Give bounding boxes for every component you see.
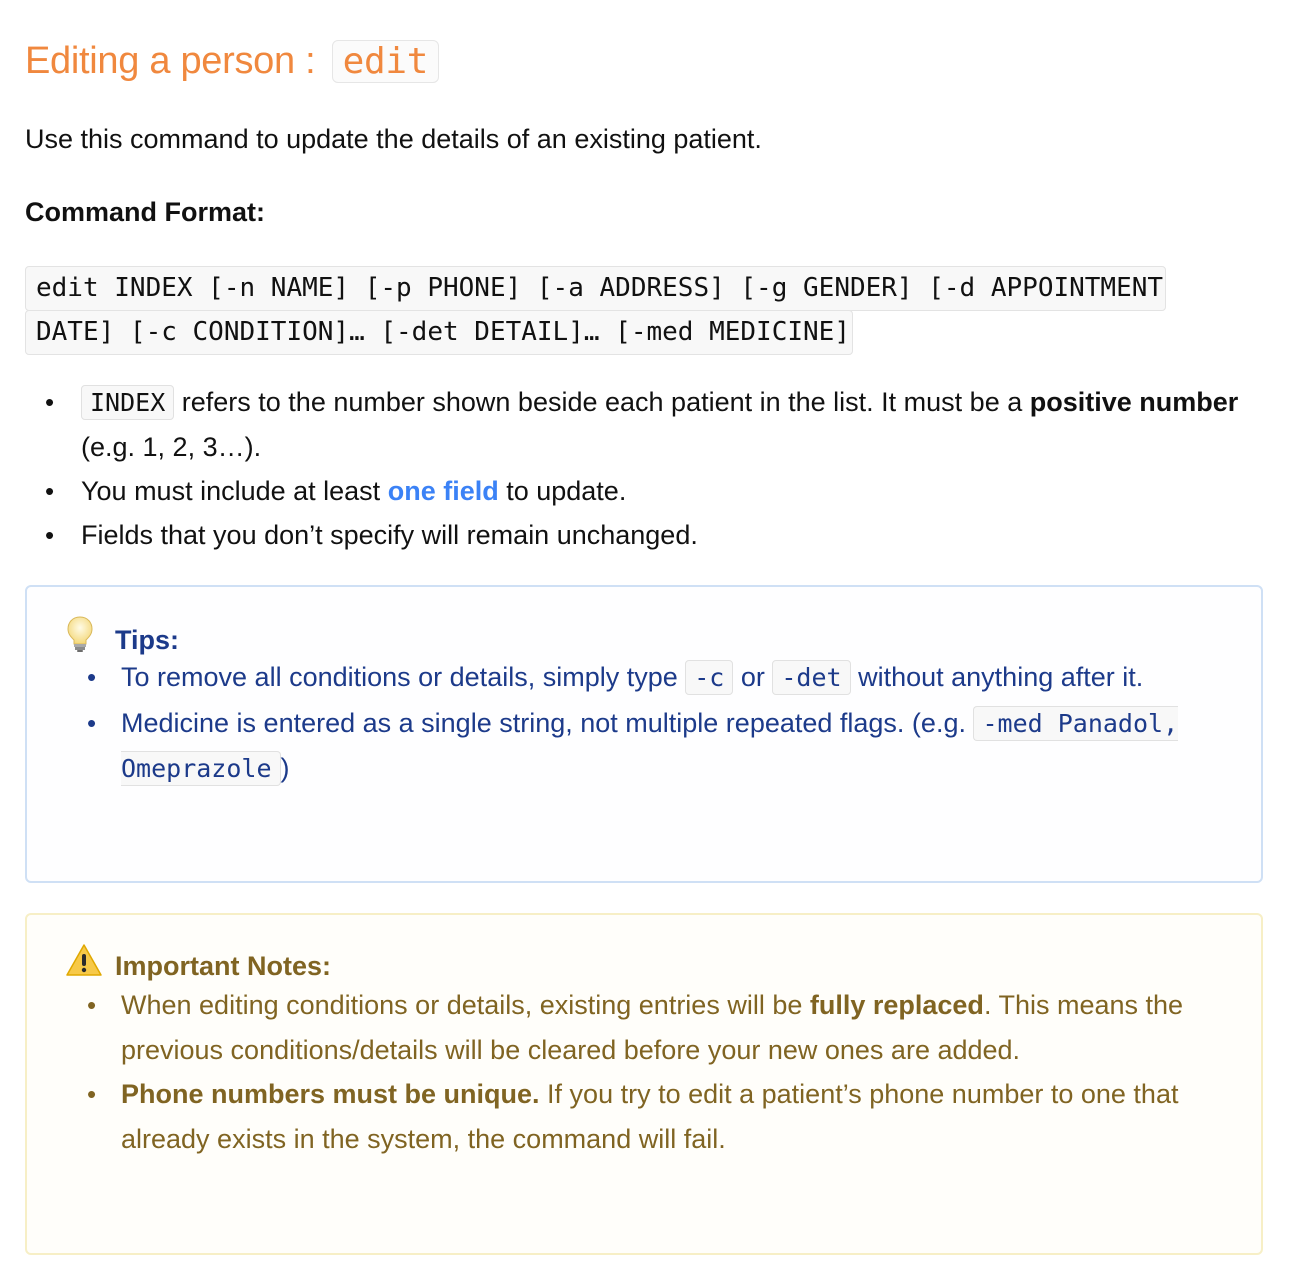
notes-title: Important Notes:: [115, 950, 331, 981]
list-item-text: (e.g. 1, 2, 3…).: [81, 432, 262, 462]
tips-list: To remove all conditions or details, sim…: [67, 655, 1225, 792]
command-format-code: edit INDEX [-n NAME] [-p PHONE] [-a ADDR…: [25, 266, 1167, 355]
list-item-text: to update.: [498, 476, 627, 506]
tips-item-text: ): [280, 753, 290, 783]
one-field-link[interactable]: one field: [388, 476, 499, 506]
notes-header: Important Notes:: [65, 943, 331, 988]
tips-item-text: without anything after it.: [850, 662, 1144, 692]
list-item-text: You must include at least: [81, 476, 388, 506]
list-item-text: refers to the number shown beside each p…: [174, 387, 1030, 417]
tips-item-text: or: [733, 662, 773, 692]
info-list: INDEX refers to the number shown beside …: [25, 380, 1265, 557]
notes-item: Phone numbers must be unique. If you try…: [67, 1072, 1225, 1161]
tips-title: Tips:: [115, 624, 180, 655]
list-item-bold: positive number: [1029, 387, 1239, 417]
list-item: You must include at least one field to u…: [25, 469, 1265, 513]
tips-box: Tips: To remove all conditions or detail…: [25, 585, 1263, 883]
tips-item-text: Medicine is entered as a single string, …: [121, 707, 974, 738]
list-item: INDEX refers to the number shown beside …: [25, 380, 1265, 469]
notes-list: When editing conditions or details, exis…: [67, 983, 1225, 1161]
tips-item: To remove all conditions or details, sim…: [67, 655, 1225, 701]
notes-item-bold: fully replaced: [809, 990, 984, 1020]
heading-code: edit: [331, 40, 440, 83]
list-item-text: Fields that you don’t specify will remai…: [81, 520, 698, 550]
notes-item-text: When editing conditions or details, exis…: [121, 990, 810, 1020]
command-format-label: Command Format:: [25, 197, 266, 227]
index-code: INDEX: [81, 385, 175, 420]
warning-icon: [65, 943, 105, 988]
heading-text: Editing a person :: [25, 40, 316, 82]
tips-item-text: To remove all conditions or details, sim…: [121, 662, 686, 692]
notes-item-bold: Phone numbers must be unique.: [121, 1079, 540, 1109]
section-heading: Editing a person : edit: [25, 34, 440, 89]
flag-c-code: -c: [685, 660, 734, 695]
notes-item: When editing conditions or details, exis…: [67, 983, 1225, 1072]
list-item: Fields that you don’t specify will remai…: [25, 513, 1265, 557]
flag-det-code: -det: [772, 660, 851, 695]
intro-text: Use this command to update the details o…: [25, 124, 762, 154]
important-notes-box: Important Notes: When editing conditions…: [25, 913, 1263, 1255]
command-format-block: edit INDEX [-n NAME] [-p PHONE] [-a ADDR…: [25, 266, 1255, 355]
tips-item: Medicine is entered as a single string, …: [67, 701, 1225, 792]
